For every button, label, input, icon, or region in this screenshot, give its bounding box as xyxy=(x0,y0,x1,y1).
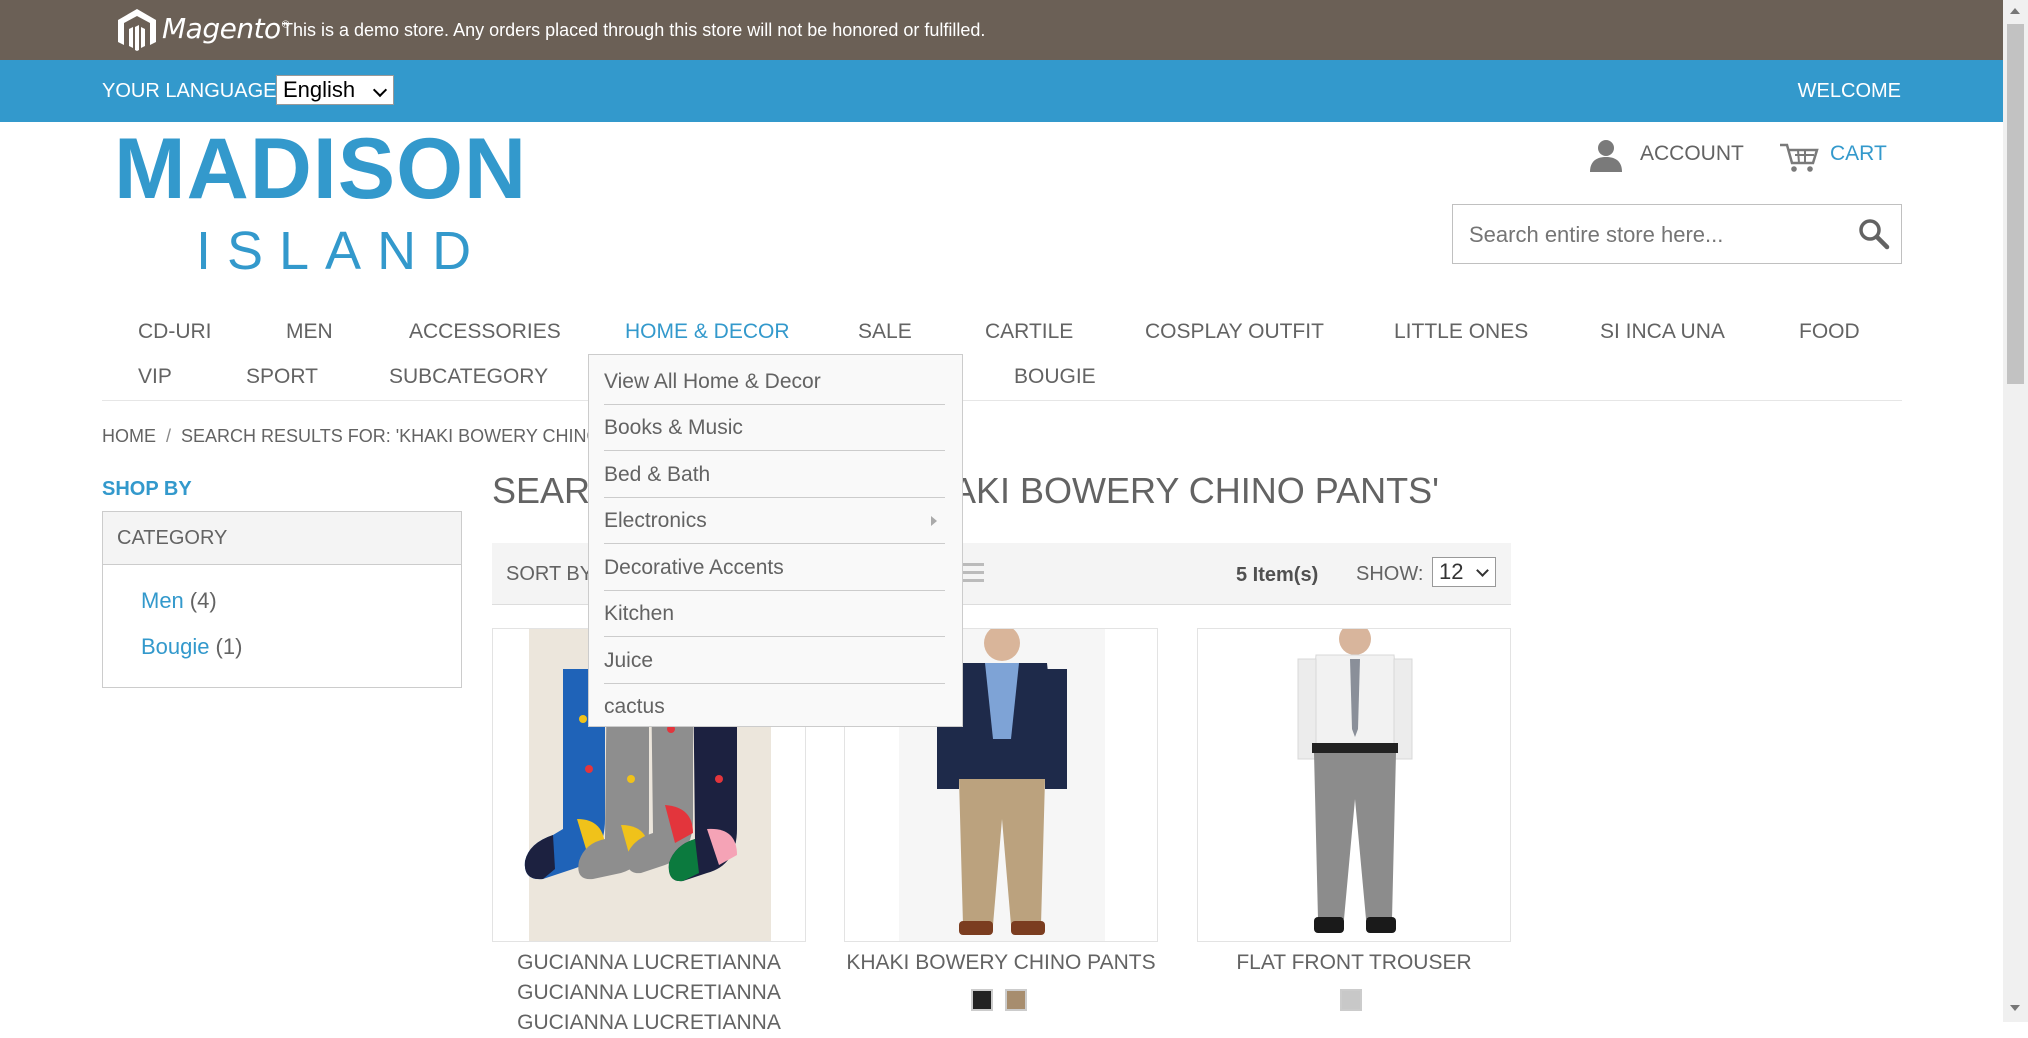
dropdown-item-cactus[interactable]: cactus xyxy=(604,684,945,730)
search-input[interactable] xyxy=(1467,219,1841,251)
dropdown-item-bed-bath[interactable]: Bed & Bath xyxy=(604,452,945,498)
account-label: ACCOUNT xyxy=(1640,142,1744,165)
chevron-down-icon xyxy=(1476,564,1489,577)
category-heading: CATEGORY xyxy=(103,512,461,565)
category-filter-bougie[interactable]: Bougie (1) xyxy=(141,634,242,660)
nav-item-men[interactable]: MEN xyxy=(286,320,333,344)
limiter-select[interactable]: 12 xyxy=(1432,557,1496,587)
nav-item-bougie[interactable]: BOUGIE xyxy=(1014,365,1096,389)
nav-item-home-decor[interactable]: HOME & DECOR xyxy=(625,320,790,344)
shop-by-title: SHOP BY xyxy=(102,478,192,500)
main-nav: CD-URI MEN ACCESSORIES HOME & DECOR SALE… xyxy=(0,320,2003,360)
product-name[interactable]: KHAKI BOWERY CHINO PANTS xyxy=(844,948,1158,978)
category-filter: CATEGORY Men (4) Bougie (1) xyxy=(102,511,462,688)
color-swatch[interactable] xyxy=(1340,989,1362,1011)
dropdown-item-view-all-home-decor[interactable]: View All Home & Decor xyxy=(604,359,945,405)
scroll-up-icon[interactable] xyxy=(2010,8,2020,14)
dropdown-item-decorative-accents[interactable]: Decorative Accents xyxy=(604,545,945,591)
nav-item-little-ones[interactable]: LITTLE ONES xyxy=(1394,320,1528,344)
page-title: SEAR AKI BOWERY CHINO PANTS' xyxy=(492,470,1439,512)
page-scrollbar[interactable] xyxy=(2003,0,2028,1022)
category-filter-men[interactable]: Men (4) xyxy=(141,588,217,614)
logo-line-1: MADISON xyxy=(114,121,528,217)
demo-notice-message: This is a demo store. Any orders placed … xyxy=(282,20,986,40)
demo-notice-bar: Magento® This is a demo store. Any order… xyxy=(0,0,2003,60)
language-selected-value: English xyxy=(283,77,356,102)
nav-divider xyxy=(102,400,1902,401)
search-icon[interactable] xyxy=(1857,217,1891,251)
dropdown-item-kitchen[interactable]: Kitchen xyxy=(604,591,945,637)
product-name-line: GUCIANNA LUCRETIANNA xyxy=(517,981,781,1004)
dropdown-item-label: Electronics xyxy=(604,509,707,532)
category-label: Bougie xyxy=(141,634,210,659)
language-label: YOUR LANGUAGE: xyxy=(102,80,283,102)
nav-item-subcategory[interactable]: SUBCATEGORY xyxy=(389,365,548,389)
nav-item-cosplay-outfit[interactable]: COSPLAY OUTFIT xyxy=(1145,320,1324,344)
show-label: SHOW: xyxy=(1356,563,1424,585)
cart-label: CART xyxy=(1830,142,1887,165)
nav-item-sport[interactable]: SPORT xyxy=(246,365,318,389)
user-icon xyxy=(1590,140,1622,172)
sort-by-label: SORT BY xyxy=(506,563,594,585)
dropdown-item-books-music[interactable]: Books & Music xyxy=(604,405,945,451)
color-swatch[interactable] xyxy=(1005,989,1027,1011)
limiter-value: 12 xyxy=(1439,559,1464,584)
product-name[interactable]: GUCIANNA LUCRETIANNA GUCIANNA LUCRETIANN… xyxy=(492,948,806,1038)
product-name-line: GUCIANNA LUCRETIANNA xyxy=(517,1011,781,1034)
nav-item-si-inca-una[interactable]: SI INCA UNA xyxy=(1600,320,1725,344)
product-name-line: GUCIANNA LUCRETIANNA xyxy=(517,951,781,974)
scroll-down-icon[interactable] xyxy=(2010,1005,2020,1011)
search-box xyxy=(1452,204,1902,264)
language-bar: YOUR LANGUAGE: English WELCOME xyxy=(0,60,2003,122)
dropdown-item-juice[interactable]: Juice xyxy=(604,638,945,684)
main-nav-row-2: VIP SPORT SUBCATEGORY BOUGIE xyxy=(0,365,2003,405)
breadcrumb-separator: / xyxy=(166,426,172,446)
color-swatch[interactable] xyxy=(971,989,993,1011)
chevron-right-icon xyxy=(931,516,937,526)
nav-item-cartile[interactable]: CARTILE xyxy=(985,320,1073,344)
welcome-message: WELCOME xyxy=(1797,80,1901,102)
nav-item-vip[interactable]: VIP xyxy=(138,365,172,389)
chevron-down-icon xyxy=(372,82,388,98)
dropdown-item-electronics[interactable]: Electronics xyxy=(604,498,945,544)
page-title-start: SEAR xyxy=(492,470,591,511)
product-image[interactable] xyxy=(1197,628,1511,942)
category-count: (1) xyxy=(215,634,243,659)
nav-item-accessories[interactable]: ACCESSORIES xyxy=(409,320,561,344)
breadcrumb: HOME / SEARCH RESULTS FOR: 'KHAKI BOWERY C… xyxy=(102,426,601,447)
magento-logo-icon xyxy=(118,9,156,51)
breadcrumb-home[interactable]: HOME xyxy=(102,426,156,446)
home-decor-dropdown: View All Home & Decor Books & Music Bed … xyxy=(588,354,963,727)
scrollbar-thumb[interactable] xyxy=(2007,24,2024,384)
nav-item-sale[interactable]: SALE xyxy=(858,320,912,344)
language-select[interactable]: English xyxy=(276,75,394,105)
breadcrumb-current: SEARCH RESULTS FOR: 'KHAKI BOWERY CHINO xyxy=(181,426,601,446)
cart-icon xyxy=(1780,143,1819,172)
nav-item-food[interactable]: FOOD xyxy=(1799,320,1860,344)
category-label: Men xyxy=(141,588,184,613)
item-count: 5 Item(s) xyxy=(1236,564,1319,586)
nav-item-cd-uri[interactable]: CD-URI xyxy=(138,320,212,344)
category-count: (4) xyxy=(189,588,217,613)
magento-brand: Magento® xyxy=(162,12,291,45)
product-name[interactable]: FLAT FRONT TROUSER xyxy=(1197,948,1511,978)
page-title-end: AKI BOWERY CHINO PANTS' xyxy=(952,470,1439,511)
logo-line-2: ISLAND xyxy=(196,221,488,281)
flat-front-trouser-image xyxy=(1250,629,1460,941)
